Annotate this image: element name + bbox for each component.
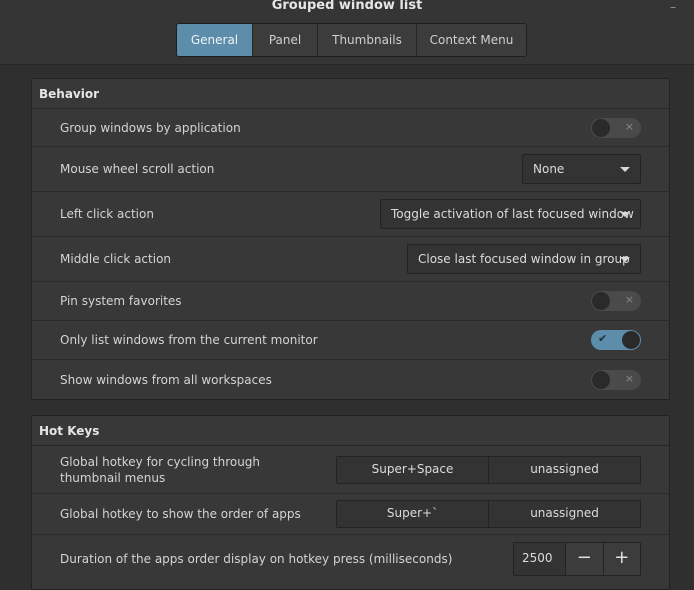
- group-windows-row: Group windows by application ×: [32, 109, 669, 147]
- toggle-knob: [592, 118, 610, 137]
- increment-button[interactable]: +: [603, 542, 640, 575]
- middle-click-row: Middle click action Close last focused w…: [32, 237, 669, 282]
- group-windows-toggle[interactable]: ×: [591, 117, 641, 138]
- toggle-off-icon: ×: [624, 119, 634, 133]
- order-hotkey-row: Global hotkey to show the order of apps …: [32, 494, 669, 535]
- order-hotkey-label: Global hotkey to show the order of apps: [60, 507, 301, 521]
- middle-click-dropdown[interactable]: Close last focused window in group: [407, 244, 641, 274]
- toggle-off-icon: ×: [624, 371, 634, 385]
- cycle-hotkey-entry: Super+Space unassigned: [336, 455, 641, 484]
- pin-favorites-label: Pin system favorites: [60, 294, 182, 308]
- tab-context-menu[interactable]: Context Menu: [417, 24, 526, 56]
- chevron-down-icon: [620, 212, 630, 217]
- toggle-knob: [592, 370, 610, 389]
- tab-bar: General Panel Thumbnails Context Menu: [176, 23, 527, 57]
- middle-click-label: Middle click action: [60, 252, 172, 266]
- hotkeys-heading: Hot Keys: [32, 416, 669, 446]
- scroll-action-row: Mouse wheel scroll action None: [32, 147, 669, 192]
- header-bar: Grouped window list – General Panel Thum…: [0, 0, 694, 65]
- chevron-down-icon: [620, 257, 630, 262]
- toggle-off-icon: ×: [624, 293, 634, 306]
- chevron-down-icon: [620, 167, 630, 172]
- left-click-label: Left click action: [60, 207, 154, 221]
- pin-favorites-row: Pin system favorites ×: [32, 282, 669, 321]
- pin-favorites-toggle[interactable]: ×: [591, 291, 641, 311]
- behavior-section: Behavior Group windows by application × …: [31, 78, 670, 400]
- duration-input[interactable]: 2500: [514, 542, 566, 575]
- tab-general[interactable]: General: [177, 24, 253, 56]
- cycle-hotkey-primary[interactable]: Super+Space: [337, 456, 489, 483]
- duration-row: Duration of the apps order display on ho…: [32, 535, 669, 582]
- group-windows-label: Group windows by application: [60, 120, 241, 135]
- duration-label: Duration of the apps order display on ho…: [60, 551, 453, 566]
- toggle-knob: [592, 292, 610, 310]
- toggle-knob: [622, 331, 640, 349]
- all-workspaces-row: Show windows from all workspaces ×: [32, 360, 669, 399]
- order-hotkey-secondary[interactable]: unassigned: [489, 501, 640, 527]
- duration-spinner: 2500 − +: [513, 541, 641, 576]
- behavior-heading: Behavior: [32, 79, 669, 109]
- scroll-action-label: Mouse wheel scroll action: [60, 162, 215, 176]
- minimize-icon[interactable]: –: [670, 0, 676, 14]
- tab-panel[interactable]: Panel: [253, 24, 318, 56]
- scroll-action-value: None: [533, 162, 565, 176]
- left-click-value: Toggle activation of last focused window: [391, 207, 634, 221]
- left-click-row: Left click action Toggle activation of l…: [32, 192, 669, 237]
- decrement-button[interactable]: −: [566, 542, 604, 575]
- tab-thumbnails[interactable]: Thumbnails: [318, 24, 417, 56]
- cycle-hotkey-label: Global hotkey for cycling through thumbn…: [60, 454, 261, 485]
- left-click-dropdown[interactable]: Toggle activation of last focused window: [380, 199, 641, 229]
- current-monitor-row: Only list windows from the current monit…: [32, 321, 669, 360]
- order-hotkey-entry: Super+` unassigned: [336, 500, 641, 528]
- current-monitor-toggle[interactable]: ✔: [591, 330, 641, 350]
- middle-click-value: Close last focused window in group: [418, 252, 630, 266]
- checkmark-icon: ✔: [598, 332, 608, 345]
- all-workspaces-toggle[interactable]: ×: [591, 369, 641, 390]
- hotkeys-section: Hot Keys Global hotkey for cycling throu…: [31, 415, 670, 590]
- cycle-hotkey-row: Global hotkey for cycling through thumbn…: [32, 446, 669, 494]
- window-title: Grouped window list: [271, 0, 423, 13]
- scroll-action-dropdown[interactable]: None: [522, 154, 641, 184]
- current-monitor-label: Only list windows from the current monit…: [60, 333, 318, 347]
- all-workspaces-label: Show windows from all workspaces: [60, 372, 272, 387]
- order-hotkey-primary[interactable]: Super+`: [337, 501, 489, 527]
- cycle-hotkey-secondary[interactable]: unassigned: [489, 456, 640, 483]
